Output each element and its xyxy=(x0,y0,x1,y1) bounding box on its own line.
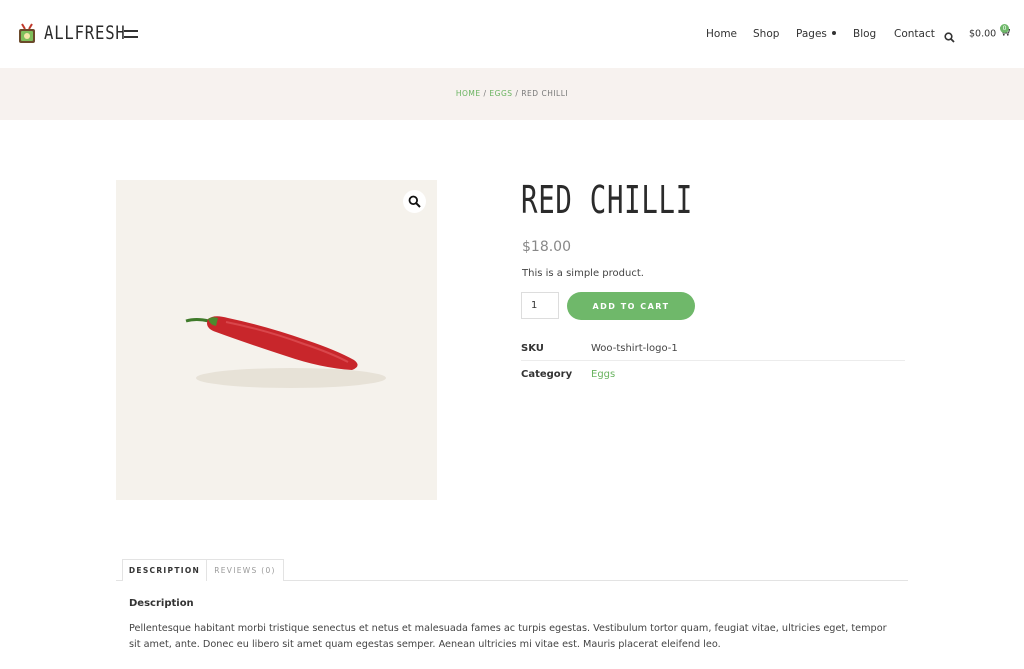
category-link[interactable]: Eggs xyxy=(591,369,615,380)
cart-total: $0.00 xyxy=(969,28,997,40)
search-icon[interactable] xyxy=(944,28,956,43)
product-price: $18.00 xyxy=(522,239,571,255)
dropdown-dot-icon xyxy=(831,31,836,35)
category-label: Category xyxy=(521,369,573,380)
product-title: RED CHILLI xyxy=(521,178,693,222)
add-to-cart-button[interactable]: ADD TO CART xyxy=(567,292,695,320)
category-row: Category Eggs xyxy=(521,363,905,389)
breadcrumb: HOME / EGGS / RED CHILLI xyxy=(0,89,1024,98)
tab-description[interactable]: DESCRIPTION xyxy=(122,559,207,581)
product-short-description: This is a simple product. xyxy=(522,268,644,279)
breadcrumb-category[interactable]: EGGS xyxy=(489,89,512,98)
nav-item-pages[interactable]: Pages xyxy=(796,28,836,40)
nav-item-pages-label: Pages xyxy=(796,28,827,40)
red-chilli-image xyxy=(185,316,386,388)
product-image[interactable] xyxy=(116,180,437,500)
magnifier-icon[interactable] xyxy=(403,190,426,213)
cart-count-badge: 0 xyxy=(1000,24,1009,33)
breadcrumb-home[interactable]: HOME xyxy=(456,89,481,98)
nav-item-contact[interactable]: Contact xyxy=(894,28,935,40)
description-heading: Description xyxy=(129,598,194,609)
site-header: ALLFRESH Home Shop Pages Blog Contact $0… xyxy=(0,0,1024,68)
nav-item-shop[interactable]: Shop xyxy=(753,28,779,40)
main-nav: Home Shop Pages Blog Contact xyxy=(0,28,1024,42)
sku-label: SKU xyxy=(521,343,544,354)
nav-item-blog[interactable]: Blog xyxy=(853,28,876,40)
breadcrumb-current: RED CHILLI xyxy=(521,89,569,98)
quantity-input[interactable] xyxy=(521,292,559,319)
sku-value: Woo-tshirt-logo-1 xyxy=(591,343,678,354)
tab-reviews[interactable]: REVIEWS (0) xyxy=(206,559,284,581)
description-body: Pellentesque habitant morbi tristique se… xyxy=(129,623,887,650)
meta-divider xyxy=(521,360,905,361)
nav-item-home[interactable]: Home xyxy=(706,28,737,40)
